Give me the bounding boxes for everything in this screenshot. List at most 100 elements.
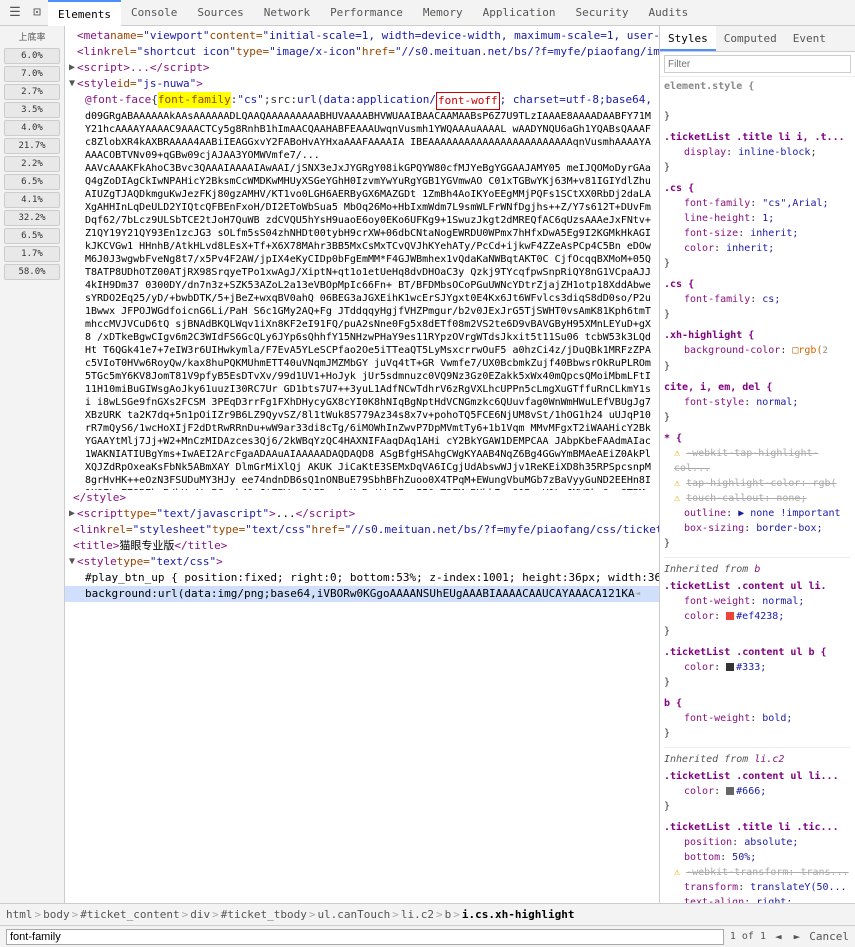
- gutter-item-9[interactable]: 4.1%: [4, 192, 60, 208]
- prop-color-dark: color: #333;: [674, 660, 851, 675]
- prop-display: display: inline-block;: [674, 145, 851, 160]
- filter-bar: [660, 52, 855, 77]
- tab-performance[interactable]: Performance: [320, 0, 413, 26]
- rule-xh-highlight: .xh-highlight { background-color: □rgb(2…: [664, 328, 851, 374]
- breadcrumb-i-cs[interactable]: i.cs.xh-highlight: [462, 908, 575, 921]
- gutter-item-7[interactable]: 2.2%: [4, 156, 60, 172]
- prop-position-abs: position: absolute;: [674, 835, 851, 850]
- breadcrumb-sep-8: >: [453, 908, 460, 921]
- prop-webkit-tap: ⚠ -webkit-tap-highlight-col...: [674, 446, 851, 476]
- breadcrumb-sep-3: >: [182, 908, 189, 921]
- breadcrumb-ul-cantouch[interactable]: ul.canTouch: [317, 908, 390, 921]
- gutter-item-3[interactable]: 2.7%: [4, 84, 60, 100]
- gutter-item-11[interactable]: 6.5%: [4, 228, 60, 244]
- elements-content[interactable]: <meta name="viewport" content="initial-s…: [65, 26, 659, 903]
- code-line-1: <meta name="viewport" content="initial-s…: [65, 28, 659, 44]
- tab-audits[interactable]: Audits: [639, 0, 699, 26]
- breadcrumb-html[interactable]: html: [6, 908, 33, 921]
- breadcrumb-ticket-content[interactable]: #ticket_content: [80, 908, 179, 921]
- left-gutter: 上底率 6.0% 7.0% 2.7% 3.5% 4.0% 21.7% 2.2% …: [0, 26, 65, 903]
- rule-cs-1: .cs { font-family: "cs",Arial; line-heig…: [664, 181, 851, 271]
- gutter-top-label: 上底率: [18, 30, 45, 43]
- select-icon[interactable]: ⊡: [26, 2, 48, 24]
- filter-input[interactable]: [664, 55, 851, 73]
- rule-cs-2: .cs { font-family: cs; }: [664, 277, 851, 322]
- prop-background-color: background-color: □rgb(2: [674, 343, 851, 359]
- search-input[interactable]: [6, 929, 724, 945]
- warning-icon-3: ⚠: [674, 493, 680, 504]
- gutter-item-13[interactable]: 58.0%: [4, 264, 60, 280]
- tab-computed[interactable]: Computed: [716, 26, 785, 51]
- code-line-script2: ▶<script type="text/javascript">...</scr…: [65, 506, 659, 522]
- breadcrumb-b[interactable]: b: [445, 908, 452, 921]
- code-line-link-css: <link rel="stylesheet" type="text/css" h…: [65, 522, 659, 538]
- breadcrumb-sep-2: >: [72, 908, 79, 921]
- breadcrumb-sep-4: >: [212, 908, 219, 921]
- code-line-title: <title>猫眼专业版</title>: [65, 538, 659, 554]
- prop-font-weight-bold: font-weight: bold;: [674, 711, 851, 726]
- prop-outline: outline: ▶ none !important: [674, 506, 851, 521]
- tab-console[interactable]: Console: [121, 0, 187, 26]
- prop-bottom-50: bottom: 50%;: [674, 850, 851, 865]
- prop-transform-tl: transform: translateY(50...: [674, 880, 851, 895]
- breadcrumb-bar: html > body > #ticket_content > div > #t…: [0, 903, 855, 925]
- rule-ticketlist-title-li-tic: .ticketList .title li .tic... position: …: [664, 820, 851, 903]
- rule-b-bold: b { font-weight: bold; }: [664, 696, 851, 741]
- code-line-bg: background:url(data:img/png;base64,iVBOR…: [65, 586, 659, 602]
- breadcrumb-sep-6: >: [392, 908, 399, 921]
- prop-color-red: color: #ef4238;: [674, 609, 851, 624]
- code-line-style-close: </style>: [65, 490, 659, 506]
- rule-ticketlist-content-ul: .ticketList .content ul li. font-weight:…: [664, 579, 851, 639]
- search-prev-button[interactable]: ◄: [772, 930, 785, 943]
- styles-content[interactable]: element.style { } .ticketList .title li …: [660, 77, 855, 903]
- tab-styles[interactable]: Styles: [660, 26, 716, 51]
- gutter-item-5[interactable]: 4.0%: [4, 120, 60, 136]
- breadcrumb-div[interactable]: div: [190, 908, 210, 921]
- gutter-item-8[interactable]: 6.5%: [4, 174, 60, 190]
- color-swatch-666: [726, 787, 734, 795]
- gutter-item-4[interactable]: 3.5%: [4, 102, 60, 118]
- breadcrumb-body[interactable]: body: [43, 908, 70, 921]
- prop-box-sizing: box-sizing: border-box;: [674, 521, 851, 536]
- prop-touch-callout: ⚠ touch-callout: none;: [674, 491, 851, 506]
- code-line-3: ▶<script>...</script>: [65, 60, 659, 76]
- gutter-item-12[interactable]: 1.7%: [4, 246, 60, 262]
- gutter-item-2[interactable]: 7.0%: [4, 66, 60, 82]
- tab-sources[interactable]: Sources: [187, 0, 253, 26]
- main-container: 上底率 6.0% 7.0% 2.7% 3.5% 4.0% 21.7% 2.2% …: [0, 26, 855, 903]
- search-cancel-button[interactable]: Cancel: [809, 930, 849, 943]
- rule-close-brace: }: [664, 111, 670, 122]
- breadcrumb-li-c2[interactable]: li.c2: [401, 908, 434, 921]
- rule-selector-tl-ul-li: .ticketList .content ul li...: [664, 771, 839, 782]
- tab-memory[interactable]: Memory: [413, 0, 473, 26]
- code-line-2: <link rel="shortcut icon" type="image/x-…: [65, 44, 659, 60]
- tab-network[interactable]: Network: [254, 0, 320, 26]
- rule-cite: cite, i, em, del { font-style: normal; }: [664, 380, 851, 425]
- devtools-toolbar: ☰ ⊡ Elements Console Sources Network Per…: [0, 0, 855, 26]
- rule-selector-tl-ul: .ticketList .content ul li.: [664, 581, 827, 592]
- gutter-item-10[interactable]: 32.2%: [4, 210, 60, 226]
- breadcrumb-ticket-tbody[interactable]: #ticket_tbody: [221, 908, 307, 921]
- rule-element-style: element.style { }: [664, 79, 851, 124]
- breadcrumb-sep-1: >: [35, 908, 42, 921]
- search-next-button[interactable]: ►: [791, 930, 804, 943]
- code-line-4: ▼<style id="js-nuwa">: [65, 76, 659, 92]
- gutter-item-6[interactable]: 21.7%: [4, 138, 60, 154]
- tab-elements[interactable]: Elements: [48, 0, 121, 26]
- rule-selector-cite: cite, i, em, del {: [664, 382, 772, 393]
- inspect-icon[interactable]: ☰: [4, 2, 26, 24]
- inherited-from-lic2: Inherited from li.c2: [664, 752, 851, 767]
- rule-ticketlist-content-b: .ticketList .content ul b { color: #333;…: [664, 645, 851, 690]
- search-result: 1 of 1: [730, 931, 766, 942]
- prop-font-family-cs2: font-family: cs;: [674, 292, 851, 307]
- tab-event-list[interactable]: Event List: [785, 26, 855, 51]
- inherited-from-b: Inherited from b: [664, 562, 851, 577]
- tab-application[interactable]: Application: [473, 0, 566, 26]
- rule-selector-star: * {: [664, 433, 682, 444]
- tab-security[interactable]: Security: [566, 0, 639, 26]
- prop-color-666: color: #666;: [674, 784, 851, 799]
- search-bar: 1 of 1 ◄ ► Cancel: [0, 925, 855, 947]
- breadcrumb-sep-7: >: [436, 908, 443, 921]
- gutter-item-1[interactable]: 6.0%: [4, 48, 60, 64]
- rule-selector-tl-title-li: .ticketList .title li .tic...: [664, 822, 839, 833]
